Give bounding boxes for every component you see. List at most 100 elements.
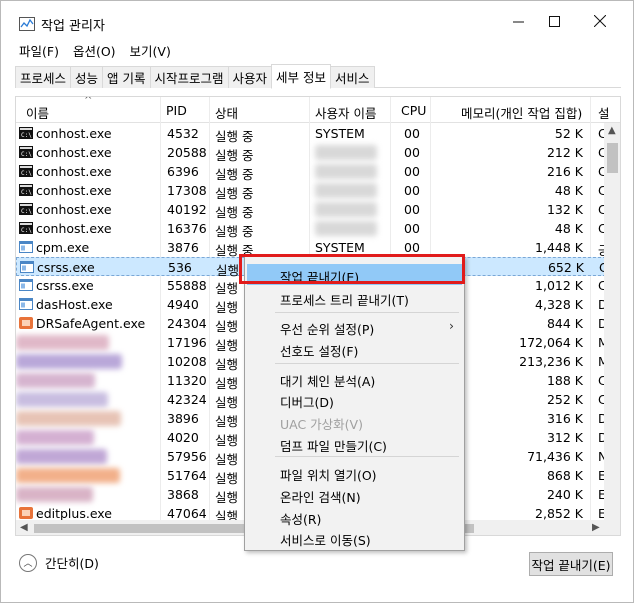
tab-app-history[interactable]: 앱 기록	[102, 66, 151, 88]
scroll-up-icon[interactable]: ▲	[608, 125, 616, 136]
process-pid: 42324	[167, 392, 207, 407]
process-memory: 216 K	[546, 164, 583, 179]
menu-separator	[275, 363, 459, 364]
menu-item-label: 온라인 검색(N)	[280, 490, 361, 505]
redacted-process-name	[16, 449, 107, 464]
column-header-memory[interactable]: 메모리(개인 작업 집합)	[461, 103, 582, 122]
process-pid: 20588	[167, 145, 207, 160]
scroll-left-icon[interactable]: ◀	[20, 522, 28, 533]
process-cpu: 00	[404, 183, 420, 198]
fewer-details-toggle[interactable]: ︿ 간단히(D)	[19, 553, 99, 572]
process-memory: 48 K	[554, 183, 583, 198]
redacted-user-name	[315, 202, 377, 217]
menu-analyze-wait-chain[interactable]: 대기 체인 분석(A)	[247, 368, 462, 389]
column-header-cpu[interactable]: CPU	[401, 103, 426, 118]
table-row[interactable]: C:\ conhost.exe 4532 실행 중 00 52 K C SYSTEM	[16, 124, 607, 144]
menu-item-label: 디버그(D)	[280, 395, 334, 410]
window-title: 작업 관리자	[41, 19, 105, 34]
process-name: csrss.exe	[37, 260, 95, 275]
process-user: SYSTEM	[315, 126, 365, 141]
process-pid: 24304	[167, 316, 207, 331]
process-memory: 132 K	[546, 202, 583, 217]
process-memory: 48 K	[554, 221, 583, 236]
context-menu: 작업 끝내기(E) 프로세스 트리 끝내기(T) 우선 순위 설정(P) › 선호도 설…	[244, 256, 465, 551]
console-icon: C:\	[19, 203, 33, 215]
app-icon	[19, 317, 33, 329]
process-name: editplus.exe	[36, 506, 112, 521]
menu-item-label: 서비스로 이동(S)	[280, 533, 371, 548]
menu-open-file-location[interactable]: 파일 위치 열기(O)	[247, 462, 462, 483]
process-name: cpm.exe	[36, 240, 90, 255]
table-row[interactable]: C:\ conhost.exe 6396 실행 중 00 216 KC	[16, 162, 607, 182]
column-header-user[interactable]: 사용자 이름	[315, 103, 376, 122]
tab-startup[interactable]: 시작프로그램	[149, 66, 229, 88]
process-pid: 17196	[167, 335, 207, 350]
vertical-scrollbar[interactable]: ▲	[604, 123, 620, 535]
menu-search-online[interactable]: 온라인 검색(N)	[247, 484, 462, 505]
menu-uac-virtualization: UAC 가상화(V)	[247, 411, 462, 432]
console-icon: C:\	[19, 184, 33, 196]
console-icon: C:\	[19, 222, 33, 234]
menu-item-label: 선호도 설정(F)	[280, 344, 359, 359]
menu-end-process-tree[interactable]: 프로세스 트리 끝내기(T)	[247, 287, 462, 308]
process-pid: 3876	[167, 240, 199, 255]
tab-services[interactable]: 서비스	[330, 66, 375, 88]
menu-debug[interactable]: 디버그(D)	[247, 389, 462, 410]
column-header-pid[interactable]: PID	[166, 103, 187, 118]
process-name: conhost.exe	[36, 221, 112, 236]
menu-separator	[275, 456, 459, 457]
redacted-user-name	[315, 145, 377, 160]
process-memory: 52 K	[554, 126, 583, 141]
console-icon: C:\	[19, 165, 33, 177]
menu-set-priority[interactable]: 우선 순위 설정(P) ›	[247, 316, 462, 337]
menu-view[interactable]: 보기(V)	[130, 41, 171, 59]
process-name: conhost.exe	[36, 183, 112, 198]
vertical-scroll-thumb[interactable]	[607, 143, 618, 173]
tab-users[interactable]: 사용자	[227, 66, 273, 88]
process-cpu: 00	[404, 145, 420, 160]
redacted-process-name	[16, 373, 95, 388]
tab-performance[interactable]: 성능	[70, 66, 104, 88]
window-icon	[20, 261, 34, 273]
redacted-process-name	[16, 335, 109, 350]
table-row[interactable]: C:\ conhost.exe 16376 실행 중 00 48 KC	[16, 219, 607, 239]
table-row[interactable]: C:\ conhost.exe 40192 실행 중 00 132 KC	[16, 200, 607, 220]
menu-file[interactable]: 파일(F)	[19, 41, 59, 59]
svg-text:C:\: C:\	[21, 227, 32, 234]
close-icon	[594, 15, 606, 27]
tab-processes[interactable]: 프로세스	[15, 66, 72, 88]
redacted-user-name	[315, 221, 377, 236]
svg-text:C:\: C:\	[21, 208, 32, 215]
process-pid: 40192	[167, 202, 207, 217]
tab-details[interactable]: 세부 정보	[271, 64, 332, 89]
maximize-icon	[548, 15, 560, 27]
maximize-button[interactable]	[531, 7, 577, 35]
table-header: 이름 ^ PID 상태 사용자 이름 CPU 메모리(개인 작업 집합) 설	[16, 97, 620, 123]
column-header-name[interactable]: 이름	[26, 103, 49, 122]
console-icon: C:\	[19, 146, 33, 158]
process-name: dasHost.exe	[36, 297, 113, 312]
table-row[interactable]: C:\ conhost.exe 20588 실행 중 00 212 KC	[16, 143, 607, 163]
column-header-state[interactable]: 상태	[215, 103, 238, 122]
scroll-right-icon[interactable]: ▶	[592, 522, 600, 533]
svg-text:C:\: C:\	[21, 189, 32, 196]
menu-item-label: 덤프 파일 만들기(C)	[280, 439, 387, 454]
menu-set-affinity[interactable]: 선호도 설정(F)	[247, 338, 462, 359]
minimize-icon	[512, 21, 524, 22]
menu-properties[interactable]: 속성(R)	[247, 506, 462, 527]
svg-text:C:\: C:\	[21, 151, 32, 158]
svg-text:C:\: C:\	[21, 132, 32, 139]
column-header-description[interactable]: 설	[598, 103, 610, 122]
menu-create-dump-file[interactable]: 덤프 파일 만들기(C)	[247, 433, 462, 454]
process-pid: 10208	[167, 354, 207, 369]
end-task-button[interactable]: 작업 끝내기(E)	[529, 552, 613, 576]
close-button[interactable]	[577, 7, 623, 35]
menu-options[interactable]: 옵션(O)	[73, 41, 116, 59]
redacted-user-name	[315, 164, 377, 179]
table-row[interactable]: C:\ conhost.exe 17308 실행 중 00 48 KC	[16, 181, 607, 201]
process-pid: 55888	[167, 278, 207, 293]
process-pid: 6396	[167, 164, 199, 179]
menu-go-to-services[interactable]: 서비스로 이동(S)	[247, 527, 462, 548]
menu-item-label: 우선 순위 설정(P)	[280, 322, 375, 337]
process-pid: 11320	[167, 373, 207, 388]
